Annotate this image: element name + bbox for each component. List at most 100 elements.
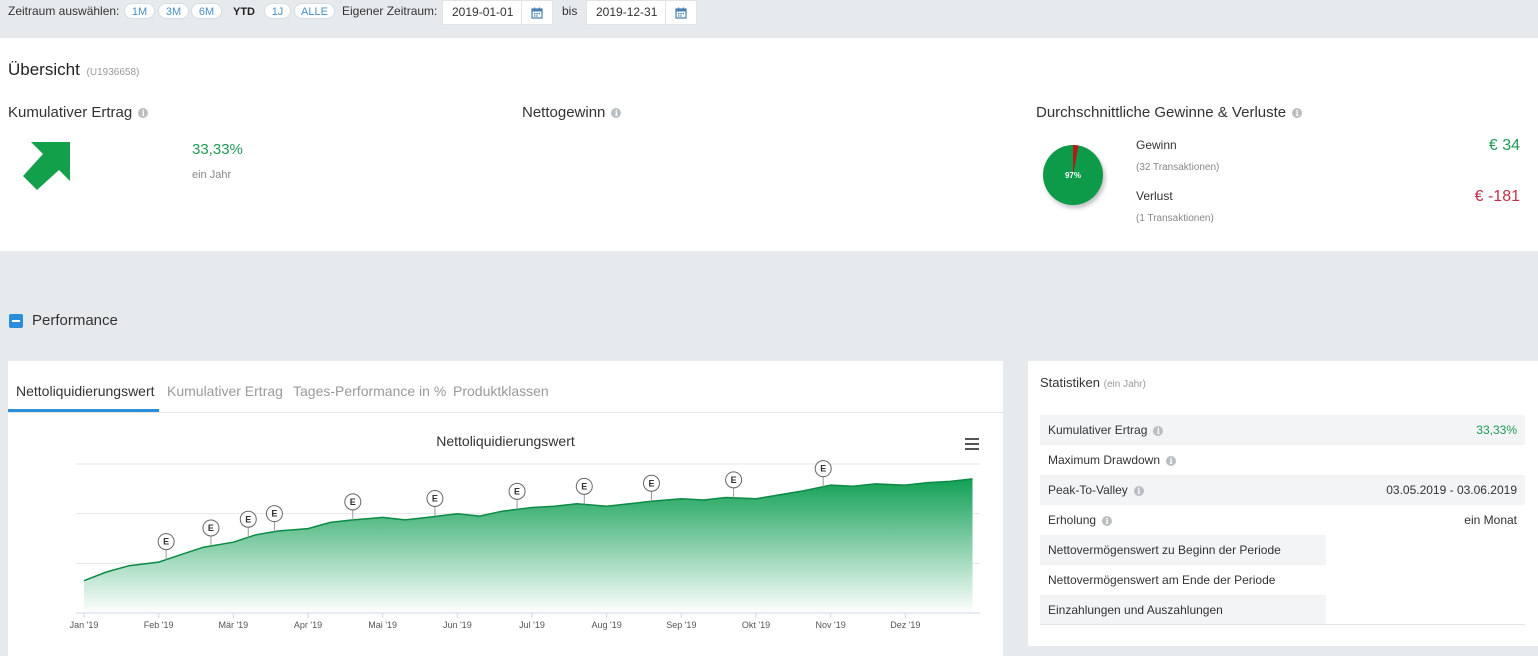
cumulative-return-title-text: Kumulativer Ertrag [8, 104, 133, 121]
period-ytd-button[interactable]: YTD [226, 3, 260, 19]
stat-label: Kumulativer Ertrag i [1048, 423, 1164, 437]
stat-row-max-drawdown: Maximum Drawdown i [1040, 445, 1525, 475]
period-select-label: Zeitraum auswählen: [8, 4, 120, 18]
stat-label-text: Maximum Drawdown [1048, 453, 1161, 467]
event-label: E [432, 493, 438, 503]
chart-title: Nettoliquidierungswert [436, 433, 575, 449]
stat-label: Maximum Drawdown i [1048, 453, 1177, 467]
gain-transactions: (32 Transaktionen) [1136, 162, 1220, 173]
x-tick-label: Jan '19 [70, 620, 99, 630]
stat-row-nav-start: Nettovermögenswert zu Beginn der Periode [1040, 535, 1326, 565]
period-6m-button[interactable]: 6M [191, 3, 222, 19]
net-profit-title: Nettogewinn i [522, 104, 622, 121]
collapse-icon[interactable] [9, 313, 23, 328]
stat-value: 03.05.2019 - 03.06.2019 [1386, 483, 1517, 497]
info-icon[interactable]: i [611, 108, 622, 119]
statistics-title-text: Statistiken [1040, 375, 1100, 390]
x-tick-label: Nov '19 [816, 620, 846, 630]
overview-panel: Übersicht (U1936658) Kumulativer Ertrag i… [0, 38, 1538, 251]
custom-period-label: Eigener Zeitraum: [342, 4, 438, 18]
overview-title-text: Übersicht [8, 60, 80, 79]
loss-value: € -181 [1474, 188, 1520, 205]
period-alle-button[interactable]: ALLE [294, 3, 335, 19]
performance-header: Performance [9, 312, 118, 329]
calendar-icon [675, 7, 687, 19]
x-tick-label: Mai '19 [368, 620, 397, 630]
stat-label-text: Peak-To-Valley [1048, 483, 1128, 497]
from-date-input[interactable]: 2019-01-01 [442, 0, 522, 25]
stat-label: Nettovermögenswert am Ende der Periode [1048, 573, 1276, 587]
info-icon[interactable]: i [1166, 455, 1177, 466]
x-tick-label: Feb '19 [144, 620, 174, 630]
period-1m-button[interactable]: 1M [124, 3, 155, 19]
net-liquidation-chart: E E E E E E E E E E E Jan '19 Feb '19 Mär '19 Apr '19 M… [70, 460, 980, 630]
stats-divider [1040, 624, 1525, 625]
gain-loss-pie-chart: 97% [1043, 145, 1103, 205]
loss-label: Verlust [1136, 189, 1173, 203]
event-label: E [648, 478, 654, 488]
series-area [84, 478, 973, 613]
stat-value: ein Monat [1464, 513, 1517, 527]
info-icon[interactable]: i [138, 108, 149, 119]
period-1j-button[interactable]: 1J [264, 3, 291, 19]
statistics-subtitle: (ein Jahr) [1103, 379, 1146, 390]
statistics-title: Statistiken (ein Jahr) [1040, 375, 1146, 390]
statistics-card: Statistiken (ein Jahr) Kumulativer Ertra… [1028, 361, 1538, 646]
cumulative-return-title: Kumulativer Ertrag i [8, 104, 149, 121]
calendar-icon [531, 7, 543, 19]
from-calendar-button[interactable] [521, 0, 553, 25]
period-bar: Zeitraum auswählen: 1M 3M 6M YTD 1J ALLE… [0, 0, 1538, 38]
stat-label: Peak-To-Valley i [1048, 483, 1144, 497]
stat-row-deposits-withdrawals: Einzahlungen und Auszahlungen [1040, 595, 1326, 625]
x-tick-label: Dez '19 [890, 620, 920, 630]
event-label: E [350, 497, 356, 507]
period-3m-button[interactable]: 3M [158, 3, 189, 19]
pie-label: 97% [1065, 171, 1081, 180]
stat-row-cumulative-return: Kumulativer Ertrag i 33,33% [1040, 415, 1525, 445]
performance-chart-card: Nettoliquidierungswert Kumulativer Ertra… [8, 361, 1003, 656]
gain-label: Gewinn [1136, 138, 1177, 152]
event-label: E [271, 509, 277, 519]
x-tick-label: Aug '19 [592, 620, 622, 630]
stat-label: Erholung i [1048, 513, 1113, 527]
tab-daily-performance[interactable]: Tages-Performance in % [293, 383, 446, 399]
stat-label: Einzahlungen und Auszahlungen [1048, 603, 1223, 617]
event-label: E [208, 523, 214, 533]
x-tick-label: Apr '19 [294, 620, 322, 630]
avg-gain-loss-title: Durchschnittliche Gewinne & Verluste i [1036, 104, 1303, 121]
overview-title: Übersicht (U1936658) [8, 60, 139, 80]
gain-value: € 34 [1488, 137, 1520, 154]
to-date-input[interactable]: 2019-12-31 [586, 0, 666, 25]
tab-product-classes[interactable]: Produktklassen [453, 383, 549, 399]
tab-net-liquidation[interactable]: Nettoliquidierungswert [16, 383, 155, 399]
info-icon[interactable]: i [1153, 425, 1164, 436]
info-icon[interactable]: i [1102, 515, 1113, 526]
event-label: E [581, 481, 587, 491]
event-label: E [163, 537, 169, 547]
loss-transactions: (1 Transaktionen) [1136, 213, 1214, 224]
to-label: bis [562, 4, 578, 18]
stat-label-text: Kumulativer Ertrag [1048, 423, 1148, 437]
info-icon[interactable]: i [1292, 108, 1303, 119]
x-tick-label: Okt '19 [742, 620, 770, 630]
event-label: E [820, 464, 826, 474]
x-tick-label: Mär '19 [218, 620, 248, 630]
avg-gain-loss-title-text: Durchschnittliche Gewinne & Verluste [1036, 104, 1287, 121]
net-profit-title-text: Nettogewinn [522, 104, 606, 121]
stat-row-peak-to-valley: Peak-To-Valley i 03.05.2019 - 03.06.2019 [1040, 475, 1525, 505]
cumulative-return-period: ein Jahr [192, 169, 232, 181]
x-tick-label: Jun '19 [443, 620, 472, 630]
chart-menu-icon[interactable] [965, 438, 979, 450]
x-tick-label: Sep '19 [666, 620, 696, 630]
to-calendar-button[interactable] [665, 0, 697, 25]
stat-label-text: Erholung [1048, 513, 1097, 527]
tab-cumulative-return[interactable]: Kumulativer Ertrag [167, 383, 283, 399]
account-id: (U1936658) [86, 67, 140, 78]
arrow-up-right-icon [23, 142, 70, 190]
event-label: E [245, 514, 251, 524]
performance-tabs: Nettoliquidierungswert Kumulativer Ertra… [8, 361, 1003, 413]
stat-value: 33,33% [1476, 423, 1517, 437]
stat-row-nav-end: Nettovermögenswert am Ende der Periode [1040, 565, 1326, 595]
active-tab-indicator [8, 409, 159, 412]
info-icon[interactable]: i [1133, 485, 1144, 496]
